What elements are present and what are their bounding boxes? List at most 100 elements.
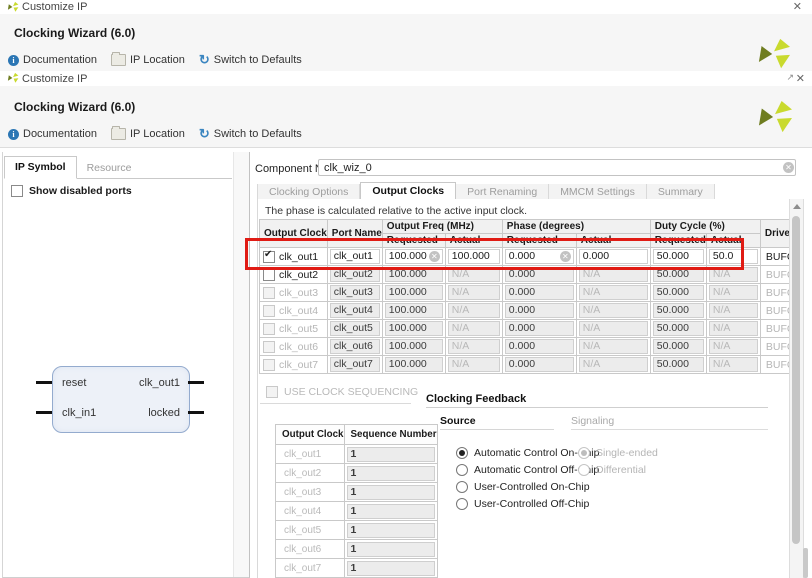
phase-requested-cell: 0.000✕	[502, 248, 576, 266]
port-name-field[interactable]: clk_out1	[330, 249, 380, 264]
port-name-cell: clk_out2	[327, 266, 382, 284]
port-name-cell: clk_out7	[327, 356, 382, 374]
port-name-field: clk_out7	[330, 357, 380, 372]
sequence-number-field: 1	[347, 504, 435, 519]
port-label-reset: reset	[62, 377, 86, 389]
output-clocks-table: Output ClockPort NameOutput Freq (MHz)Ph…	[259, 219, 803, 374]
radio-icon	[578, 464, 590, 476]
ip-location-link[interactable]: IP Location	[111, 54, 185, 66]
clear-icon[interactable]: ✕	[560, 251, 571, 262]
titlebar-window2: Customize IP ↗ ✕	[0, 71, 812, 87]
seq-output-clock: clk_out2	[276, 464, 345, 483]
port-name-field: clk_out4	[330, 303, 380, 318]
freq-actual-field: N/A	[448, 267, 500, 282]
phase-requested-cell: 0.000	[502, 302, 576, 320]
info-icon: i	[8, 55, 19, 66]
freq-requested-cell: 100.000	[382, 338, 445, 356]
output-clock-cell: clk_out4	[260, 302, 328, 320]
close-icon[interactable]: ✕	[796, 72, 805, 85]
left-panel: IP SymbolResource Show disabled ports	[2, 152, 250, 578]
phase-actual-field: N/A	[579, 303, 648, 318]
col-phase: Phase (degrees)	[502, 220, 650, 234]
output-clock-label: clk_out6	[279, 341, 318, 353]
freq-requested-field: 100.000	[385, 267, 443, 282]
seq-output-clock: clk_out7	[276, 559, 345, 578]
radio-icon	[456, 447, 468, 459]
port-stub-locked	[188, 411, 204, 414]
switch-to-defaults-link[interactable]: ↻ Switch to Defaults	[199, 128, 302, 140]
port-stub-clk-in1	[36, 411, 52, 414]
sequence-row: clk_out51	[276, 521, 438, 540]
sequence-row: clk_out71	[276, 559, 438, 578]
radio-label: User-Controlled On-Chip	[474, 481, 590, 493]
tab-resource[interactable]: Resource	[77, 158, 142, 179]
clear-icon[interactable]: ✕	[783, 162, 794, 173]
clear-icon[interactable]: ✕	[429, 251, 440, 262]
port-name-cell: clk_out1	[327, 248, 382, 266]
duty-requested-field[interactable]: 50.000	[653, 249, 704, 264]
ip-location-link[interactable]: IP Location	[111, 128, 185, 140]
duty-actual-field: N/A	[709, 303, 758, 318]
col-actual: Actual	[576, 234, 650, 248]
output-clock-cell: clk_out5	[260, 320, 328, 338]
duty-actual-cell: N/A	[706, 284, 760, 302]
output-clock-row: clk_out2clk_out2100.000N/A0.000N/A50.000…	[260, 266, 803, 284]
port-name-cell: clk_out4	[327, 302, 382, 320]
output-clock-cell[interactable]: clk_out2	[260, 266, 328, 284]
output-clock-cell[interactable]: clk_out1	[260, 248, 328, 266]
seq-output-clock: clk_out4	[276, 502, 345, 521]
phase-requested-cell: 0.000	[502, 284, 576, 302]
documentation-link[interactable]: i Documentation	[8, 128, 97, 140]
restore-icon[interactable]: ↗	[786, 72, 794, 83]
header-divider	[0, 147, 812, 148]
xilinx-app-icon	[7, 72, 19, 84]
duty-actual-cell: N/A	[706, 338, 760, 356]
seq-number-cell: 1	[344, 540, 437, 559]
freq-requested-cell: 100.000	[382, 266, 445, 284]
source-option-user-controlled-off-chip[interactable]: User-Controlled Off-Chip	[456, 495, 599, 512]
scroll-up-icon[interactable]	[793, 204, 801, 209]
documentation-link[interactable]: i Documentation	[8, 54, 97, 66]
col-port-name: Port Name	[327, 220, 382, 248]
freq-requested-cell: 100.000	[382, 284, 445, 302]
source-option-user-controlled-on-chip[interactable]: User-Controlled On-Chip	[456, 478, 599, 495]
phase-requested-cell: 0.000	[502, 266, 576, 284]
phase-requested-field: 0.000	[505, 303, 574, 318]
duty-actual-field: 50.0	[709, 249, 758, 264]
duty-requested-cell: 50.000	[650, 338, 706, 356]
freq-actual-field: N/A	[448, 339, 500, 354]
tab-ip-symbol[interactable]: IP Symbol	[4, 156, 77, 179]
duty-actual-cell: N/A	[706, 320, 760, 338]
row-checkbox-icon	[263, 323, 275, 335]
component-name-input[interactable]: clk_wiz_0	[318, 159, 796, 176]
close-icon[interactable]: ✕	[793, 0, 802, 13]
duty-requested-field: 50.000	[653, 303, 704, 318]
seq-number-cell: 1	[344, 521, 437, 540]
seq-number-cell: 1	[344, 445, 437, 464]
freq-actual-cell: 100.000	[445, 248, 502, 266]
left-panel-scrollbar[interactable]	[233, 152, 249, 577]
content-scrollbar[interactable]	[789, 199, 804, 578]
switch-to-defaults-label: Switch to Defaults	[214, 54, 302, 66]
output-clock-cell: clk_out3	[260, 284, 328, 302]
freq-requested-field[interactable]: 100.000✕	[385, 249, 443, 264]
switch-to-defaults-link[interactable]: ↻ Switch to Defaults	[199, 54, 302, 66]
documentation-label: Documentation	[23, 128, 97, 140]
outer-scrollbar-thumb[interactable]	[803, 548, 808, 578]
phase-actual-field: 0.000	[579, 249, 648, 264]
show-disabled-ports-checkbox[interactable]: Show disabled ports	[11, 185, 132, 197]
sequence-row: clk_out31	[276, 483, 438, 502]
phase-requested-field[interactable]: 0.000✕	[505, 249, 574, 264]
output-clock-label: clk_out2	[279, 269, 318, 281]
row-checkbox-icon	[263, 359, 275, 371]
seq-output-clock: clk_out3	[276, 483, 345, 502]
radio-icon	[578, 447, 590, 459]
toolbar-window1: i Documentation IP Location ↻ Switch to …	[8, 54, 302, 66]
freq-actual-field: N/A	[448, 303, 500, 318]
port-name-field: clk_out6	[330, 339, 380, 354]
sequence-row: clk_out11	[276, 445, 438, 464]
use-clock-sequencing-label: USE CLOCK SEQUENCING	[284, 386, 418, 398]
folder-icon	[111, 128, 126, 140]
scrollbar-thumb[interactable]	[792, 216, 800, 544]
phase-actual-field: N/A	[579, 321, 648, 336]
